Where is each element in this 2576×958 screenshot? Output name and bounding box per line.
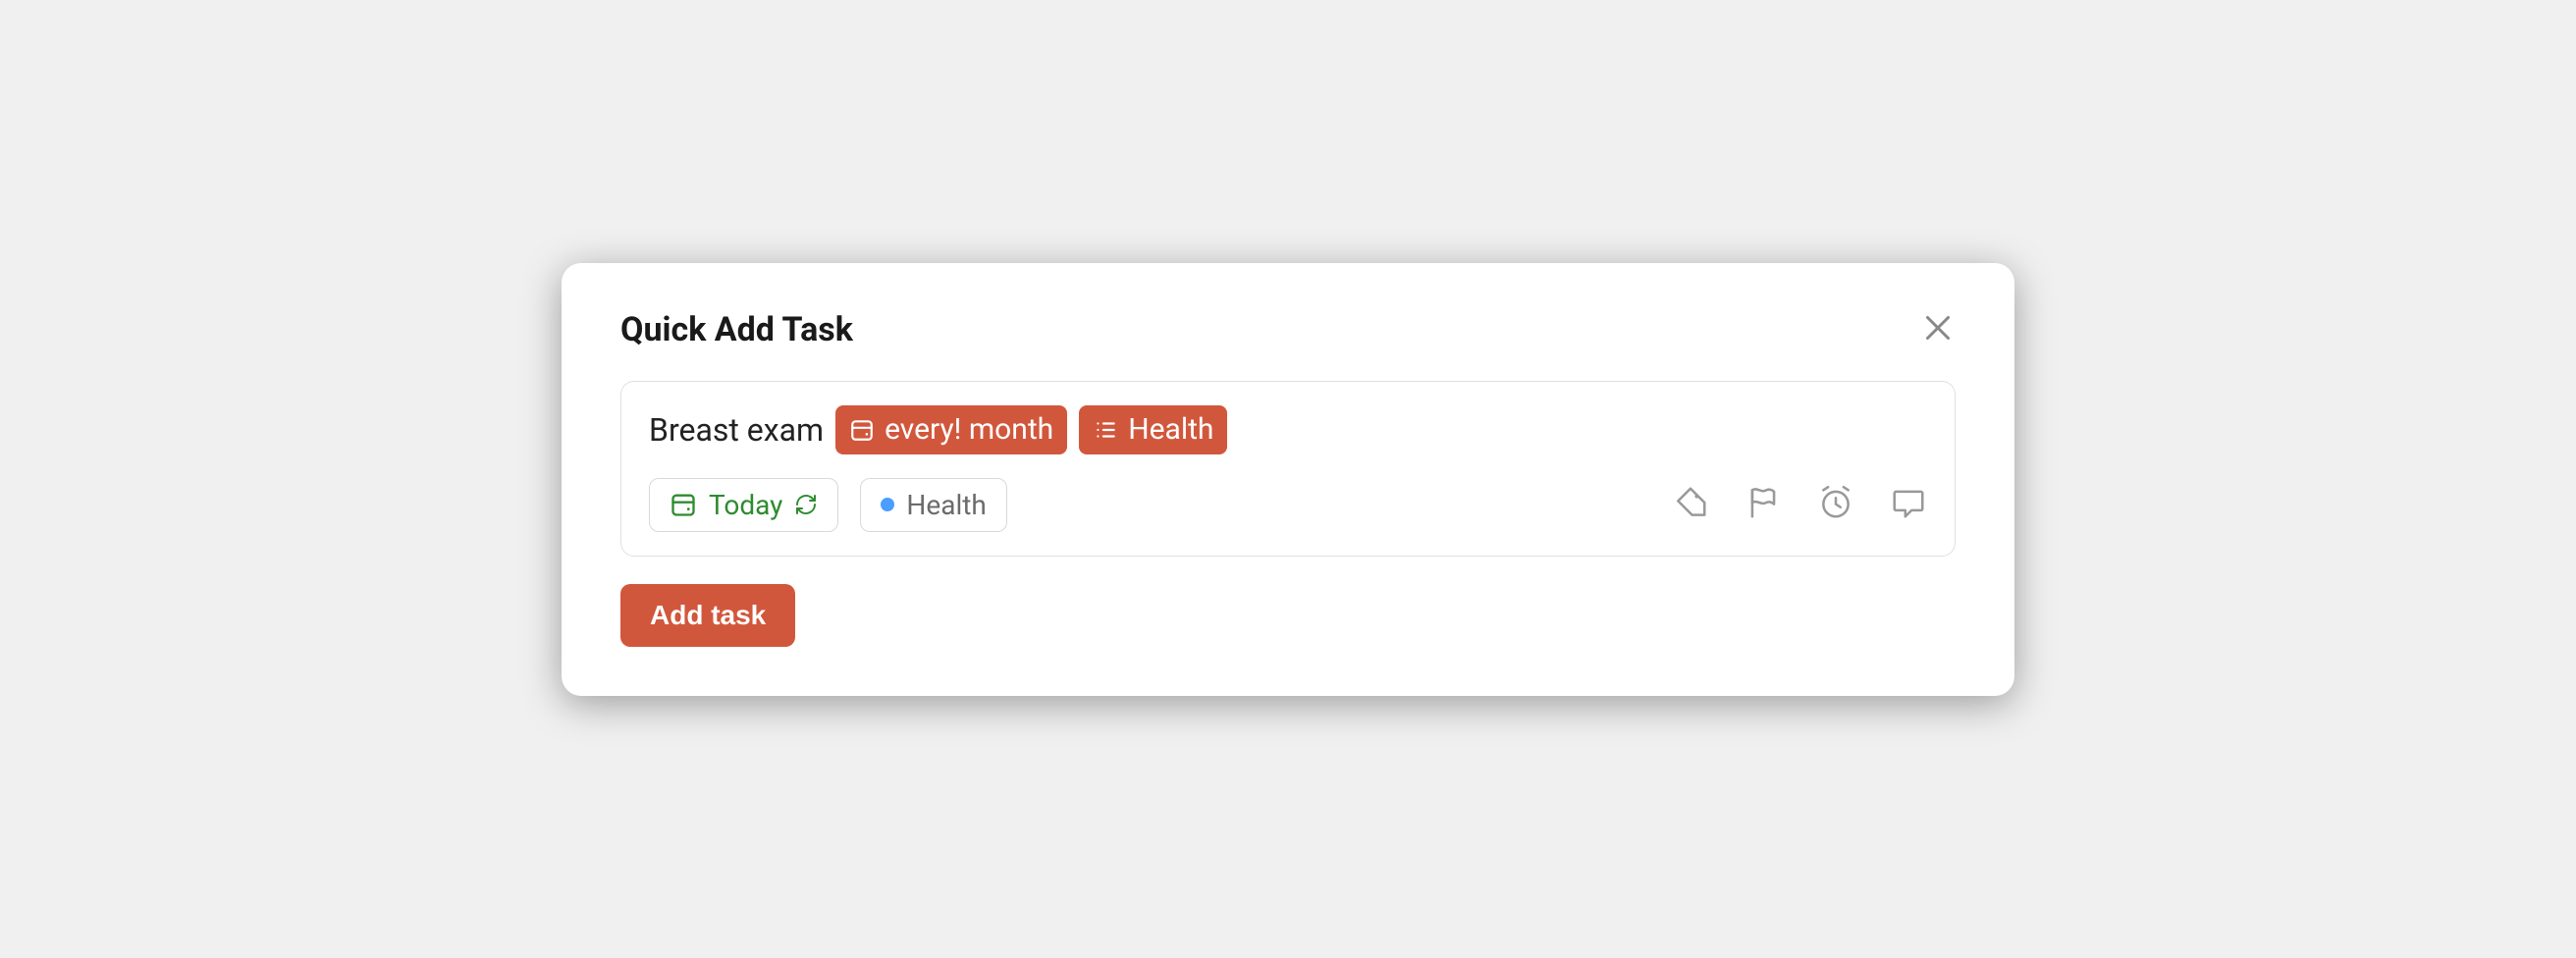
- task-text: Breast exam: [649, 411, 824, 449]
- label-button[interactable]: [1672, 484, 1709, 525]
- date-chip-label: Today: [709, 489, 782, 521]
- add-task-button[interactable]: Add task: [620, 584, 795, 647]
- project-dot-icon: [881, 498, 894, 511]
- close-button[interactable]: [1920, 310, 1956, 349]
- chips-row: Today Health: [649, 478, 1927, 532]
- close-icon: [1920, 310, 1956, 346]
- icon-actions: [1672, 484, 1927, 525]
- task-input-area[interactable]: Breast exam every! month Hea: [620, 381, 1956, 557]
- project-chip[interactable]: Health: [860, 478, 1006, 532]
- calendar-icon: [849, 417, 875, 443]
- project-token-label: Health: [1128, 409, 1213, 451]
- alarm-clock-icon: [1817, 484, 1854, 521]
- schedule-token[interactable]: every! month: [835, 405, 1067, 454]
- task-content-line: Breast exam every! month Hea: [649, 405, 1927, 454]
- project-token[interactable]: Health: [1079, 405, 1227, 454]
- calendar-icon: [670, 491, 697, 518]
- priority-button[interactable]: [1744, 484, 1782, 525]
- tag-icon: [1672, 484, 1709, 521]
- comment-button[interactable]: [1890, 484, 1927, 525]
- date-chip[interactable]: Today: [649, 478, 838, 532]
- project-chip-label: Health: [906, 489, 986, 521]
- flag-icon: [1744, 484, 1782, 521]
- comment-icon: [1890, 484, 1927, 521]
- schedule-token-label: every! month: [885, 409, 1053, 451]
- reminder-button[interactable]: [1817, 484, 1854, 525]
- list-icon: [1093, 417, 1118, 443]
- dialog-header: Quick Add Task: [620, 310, 1956, 349]
- dialog-title: Quick Add Task: [620, 310, 853, 349]
- quick-add-task-dialog: Quick Add Task Breast exam every! month: [562, 263, 2014, 696]
- recurring-icon: [794, 493, 818, 516]
